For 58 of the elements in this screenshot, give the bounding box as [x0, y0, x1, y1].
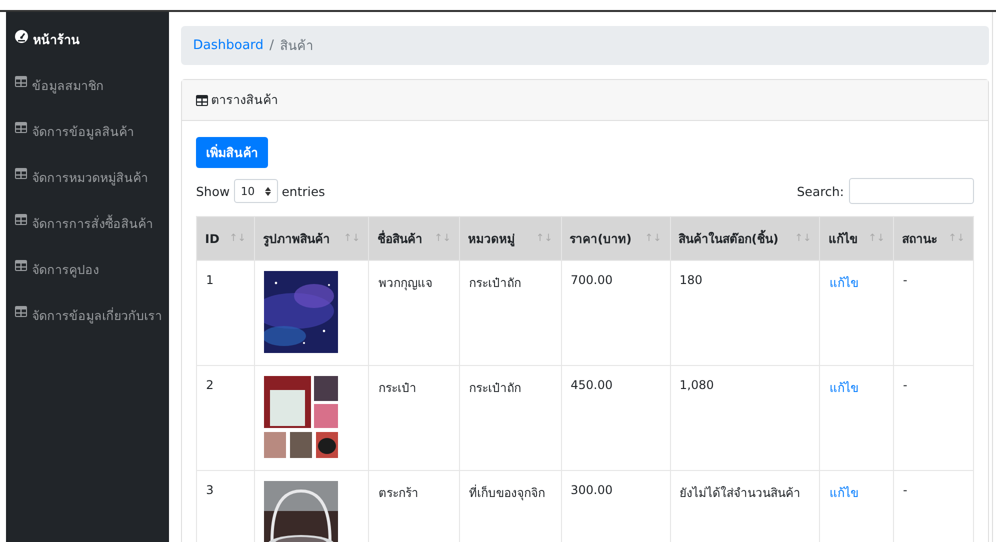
breadcrumb-separator: /	[270, 38, 274, 53]
column-header[interactable]: สถานะ ↑↓	[893, 216, 974, 260]
column-header[interactable]: รูปภาพสินค้า ↑↓	[254, 216, 369, 260]
sidebar-item[interactable]: จัดการคูปอง	[6, 256, 169, 302]
column-header[interactable]: แก้ไข ↑↓	[820, 216, 894, 260]
show-label: Show	[196, 184, 230, 198]
status-cell: -	[893, 260, 974, 366]
table-icon	[15, 122, 27, 133]
entries-select[interactable]: 10	[234, 179, 278, 203]
sidebar-item[interactable]: จัดการหมวดหมู่สินค้า	[6, 164, 169, 210]
sidebar-item[interactable]: ข้อมูลสมาชิก	[6, 72, 169, 118]
edit-link[interactable]: แก้ไข	[829, 276, 858, 290]
edit-link[interactable]: แก้ไข	[829, 381, 858, 395]
name-cell: กระเป๋า	[368, 366, 460, 470]
column-header[interactable]: ราคา(บาท) ↑↓	[561, 216, 670, 260]
add-product-button[interactable]: เพิ่มสินค้า	[196, 137, 268, 168]
price-cell: 700.00	[561, 260, 670, 366]
sidebar-item[interactable]: จัดการการสั่งซื้อสินค้า	[6, 210, 169, 256]
sidebar-item[interactable]: หน้าร้าน	[6, 26, 169, 72]
id-cell: 2	[196, 366, 254, 470]
table-icon	[15, 260, 27, 271]
stock-cell: 1,080	[670, 366, 820, 470]
sort-icon: ↑↓	[344, 233, 360, 244]
category-cell: กระเป๋าถัก	[459, 260, 562, 366]
name-cell: พวกกุญแจ	[368, 260, 460, 366]
sidebar-item[interactable]: จัดการข้อมูลสินค้า	[6, 118, 169, 164]
column-header[interactable]: สินค้าในสต๊อก(ชิ้น) ↑↓	[670, 216, 820, 260]
sort-icon: ↑↓	[229, 233, 246, 244]
breadcrumb-current: สินค้า	[280, 38, 313, 56]
table-icon	[15, 306, 27, 317]
edit-link[interactable]: แก้ไข	[829, 486, 858, 500]
sidebar-item[interactable]: จัดการข้อมูลเกี่ยวกับเรา	[6, 302, 169, 348]
status-cell: -	[893, 366, 974, 470]
sort-icon: ↑↓	[536, 233, 553, 244]
column-header[interactable]: หมวดหมู่ ↑↓	[459, 216, 562, 260]
price-cell: 450.00	[561, 366, 670, 470]
breadcrumb-link[interactable]: Dashboard	[193, 38, 264, 53]
table-icon	[15, 76, 27, 87]
search-label: Search:	[796, 184, 844, 198]
table-icon	[15, 168, 27, 179]
sort-icon: ↑↓	[794, 233, 812, 244]
column-header[interactable]: ID ↑↓	[196, 216, 254, 260]
entries-label: entries	[282, 184, 326, 198]
gauge-icon	[15, 30, 28, 43]
card-title: ตารางสินค้า	[211, 91, 278, 109]
stock-cell: 180	[670, 260, 820, 366]
category-cell: กระเป๋าถัก	[459, 366, 562, 470]
id-cell: 1	[196, 260, 254, 366]
id-cell: 3	[196, 470, 254, 542]
search-field[interactable]	[849, 178, 974, 204]
updown-icon	[264, 186, 271, 196]
sort-icon: ↑↓	[868, 233, 885, 244]
sort-icon: ↑↓	[948, 233, 965, 244]
table-icon	[196, 94, 208, 106]
column-header[interactable]: ชื่อสินค้า ↑↓	[368, 216, 460, 260]
table-icon	[15, 214, 27, 225]
sort-icon: ↑↓	[644, 233, 662, 244]
sort-icon: ↑↓	[434, 233, 451, 244]
